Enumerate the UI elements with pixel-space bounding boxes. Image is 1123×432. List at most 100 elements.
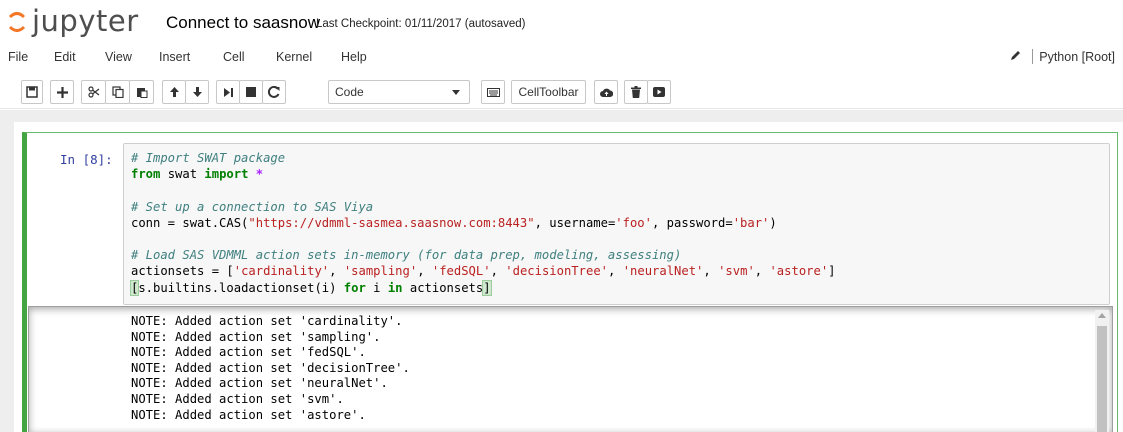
arrow-down-icon	[192, 86, 203, 98]
kernel-name[interactable]: Python [Root]	[1039, 50, 1115, 64]
keyboard-icon	[486, 87, 500, 97]
code-comment: # Import SWAT package	[131, 151, 286, 165]
code-text: ,	[703, 264, 719, 279]
menubar: File Edit View Insert Cell Kernel Help	[0, 43, 1123, 71]
code-comment: # Set up a connection to SAS Viya	[131, 199, 374, 214]
move-down-button[interactable]	[185, 80, 209, 104]
cloud-upload-button[interactable]	[594, 80, 618, 104]
copy-icon	[111, 86, 124, 98]
cut-button[interactable]	[81, 80, 106, 104]
step-forward-icon	[223, 87, 234, 98]
restart-icon	[268, 86, 280, 98]
code-text: actionsets = [	[131, 264, 234, 279]
extra-button-group	[624, 80, 671, 104]
chevron-down-icon	[452, 90, 460, 95]
copy-button[interactable]	[105, 80, 130, 104]
kernel-separator	[1032, 49, 1034, 64]
output-line: NOTE: Added action set 'neuralNet'.	[131, 376, 388, 391]
code-string: 'fedSQL'	[431, 264, 491, 279]
output-line: NOTE: Added action set 'sampling'.	[131, 329, 381, 344]
present-button[interactable]	[647, 80, 671, 104]
jupyter-logo[interactable]: jupyter	[8, 4, 139, 38]
output-line: NOTE: Added action set 'decisionTree'.	[131, 360, 410, 375]
paste-icon	[136, 86, 148, 98]
menu-cell[interactable]: Cell	[223, 49, 245, 65]
output-line: NOTE: Added action set 'svm'.	[131, 391, 344, 406]
run-cell-button[interactable]	[216, 80, 240, 104]
move-button-group	[162, 80, 209, 104]
code-text: ,	[754, 264, 770, 279]
notebook-title[interactable]: Connect to saasnow	[166, 13, 320, 33]
notebook-header: jupyter Connect to saasnow Last Checkpoi…	[0, 0, 1123, 42]
code-string: 'neuralNet'	[622, 264, 704, 279]
code-string: 'sampling'	[343, 264, 418, 279]
code-string: 'cardinality'	[233, 264, 330, 279]
celltoolbar-button[interactable]: CellToolbar	[511, 80, 586, 104]
pencil-icon[interactable]	[1010, 49, 1022, 64]
code-text: swat	[160, 167, 205, 182]
interrupt-kernel-button[interactable]	[239, 80, 263, 104]
code-text: ,	[417, 264, 432, 279]
kernel-indicator: Python [Root]	[1010, 49, 1115, 64]
matched-bracket: ]	[482, 279, 492, 296]
code-string: 'decisionTree'	[505, 264, 608, 279]
code-text: s.builtins.loadactionset(i)	[138, 280, 344, 295]
code-string: 'bar'	[732, 215, 770, 230]
checkpoint-status: Last Checkpoint: 01/11/2017 (autosaved)	[316, 18, 526, 30]
code-string: 'foo'	[615, 215, 652, 230]
output-scrollbar[interactable]	[1095, 310, 1109, 432]
code-operator: *	[248, 167, 264, 182]
menu-view[interactable]: View	[105, 49, 132, 65]
stop-icon	[246, 87, 256, 97]
scissors-icon	[87, 86, 100, 98]
output-text: NOTE: Added action set 'cardinality'. NOT…	[131, 314, 410, 423]
code-keyword: for	[343, 280, 366, 295]
menu-help[interactable]: Help	[341, 49, 367, 65]
arrow-up-icon	[169, 86, 180, 98]
code-text: , username=	[534, 215, 616, 230]
celltoolbar-label: CellToolbar	[518, 85, 579, 99]
code-text: ,	[490, 264, 506, 279]
output-line: NOTE: Added action set 'cardinality'.	[131, 314, 403, 328]
code-string: 'svm'	[718, 264, 755, 279]
code-string: "https://vdmml-sasmea.saasnow.com:8443"	[248, 215, 535, 230]
code-text: , password=	[651, 215, 733, 230]
code-text: ,	[608, 264, 623, 279]
logo-text: jupyter	[32, 4, 139, 38]
scroll-up-arrow-icon[interactable]	[1098, 313, 1106, 318]
code-text: ,	[329, 264, 344, 279]
run-button-group	[216, 80, 286, 104]
trash-icon	[631, 86, 641, 98]
toolbar: Code CellToolbar	[0, 75, 1123, 109]
command-palette-button[interactable]	[481, 80, 505, 104]
code-content[interactable]: # Import SWAT package from swat import * #…	[129, 150, 836, 296]
menu-kernel[interactable]: Kernel	[276, 49, 312, 65]
edit-button-group	[81, 80, 154, 104]
save-button[interactable]	[21, 80, 43, 104]
output-line: NOTE: Added action set 'fedSQL'.	[131, 345, 366, 360]
paste-button[interactable]	[129, 80, 154, 104]
menu-file[interactable]: File	[8, 49, 28, 65]
move-up-button[interactable]	[162, 80, 186, 104]
code-keyword: in	[387, 280, 403, 295]
insert-cell-button[interactable]	[50, 80, 74, 104]
menu-edit[interactable]: Edit	[54, 49, 76, 65]
cell-type-select[interactable]: Code	[328, 80, 470, 104]
scrollbar-thumb[interactable]	[1097, 326, 1107, 432]
restart-kernel-button[interactable]	[262, 80, 286, 104]
menu-insert[interactable]: Insert	[159, 49, 190, 65]
code-text: i	[365, 280, 388, 295]
code-string: 'astore'	[769, 264, 829, 279]
save-icon	[26, 86, 38, 98]
input-prompt: In [8]:	[60, 152, 113, 167]
text-cursor	[490, 279, 492, 294]
code-keyword: import	[204, 167, 249, 182]
cloud-upload-icon	[599, 87, 613, 98]
code-comment: # Load SAS VDMML action sets in-memory (…	[131, 248, 682, 263]
code-text: )	[769, 215, 777, 230]
youtube-icon	[653, 87, 665, 97]
code-text: conn = swat.CAS(	[131, 215, 249, 230]
output-line: NOTE: Added action set 'astore'.	[131, 407, 366, 422]
cell-type-value: Code	[335, 85, 364, 99]
delete-button[interactable]	[624, 80, 648, 104]
